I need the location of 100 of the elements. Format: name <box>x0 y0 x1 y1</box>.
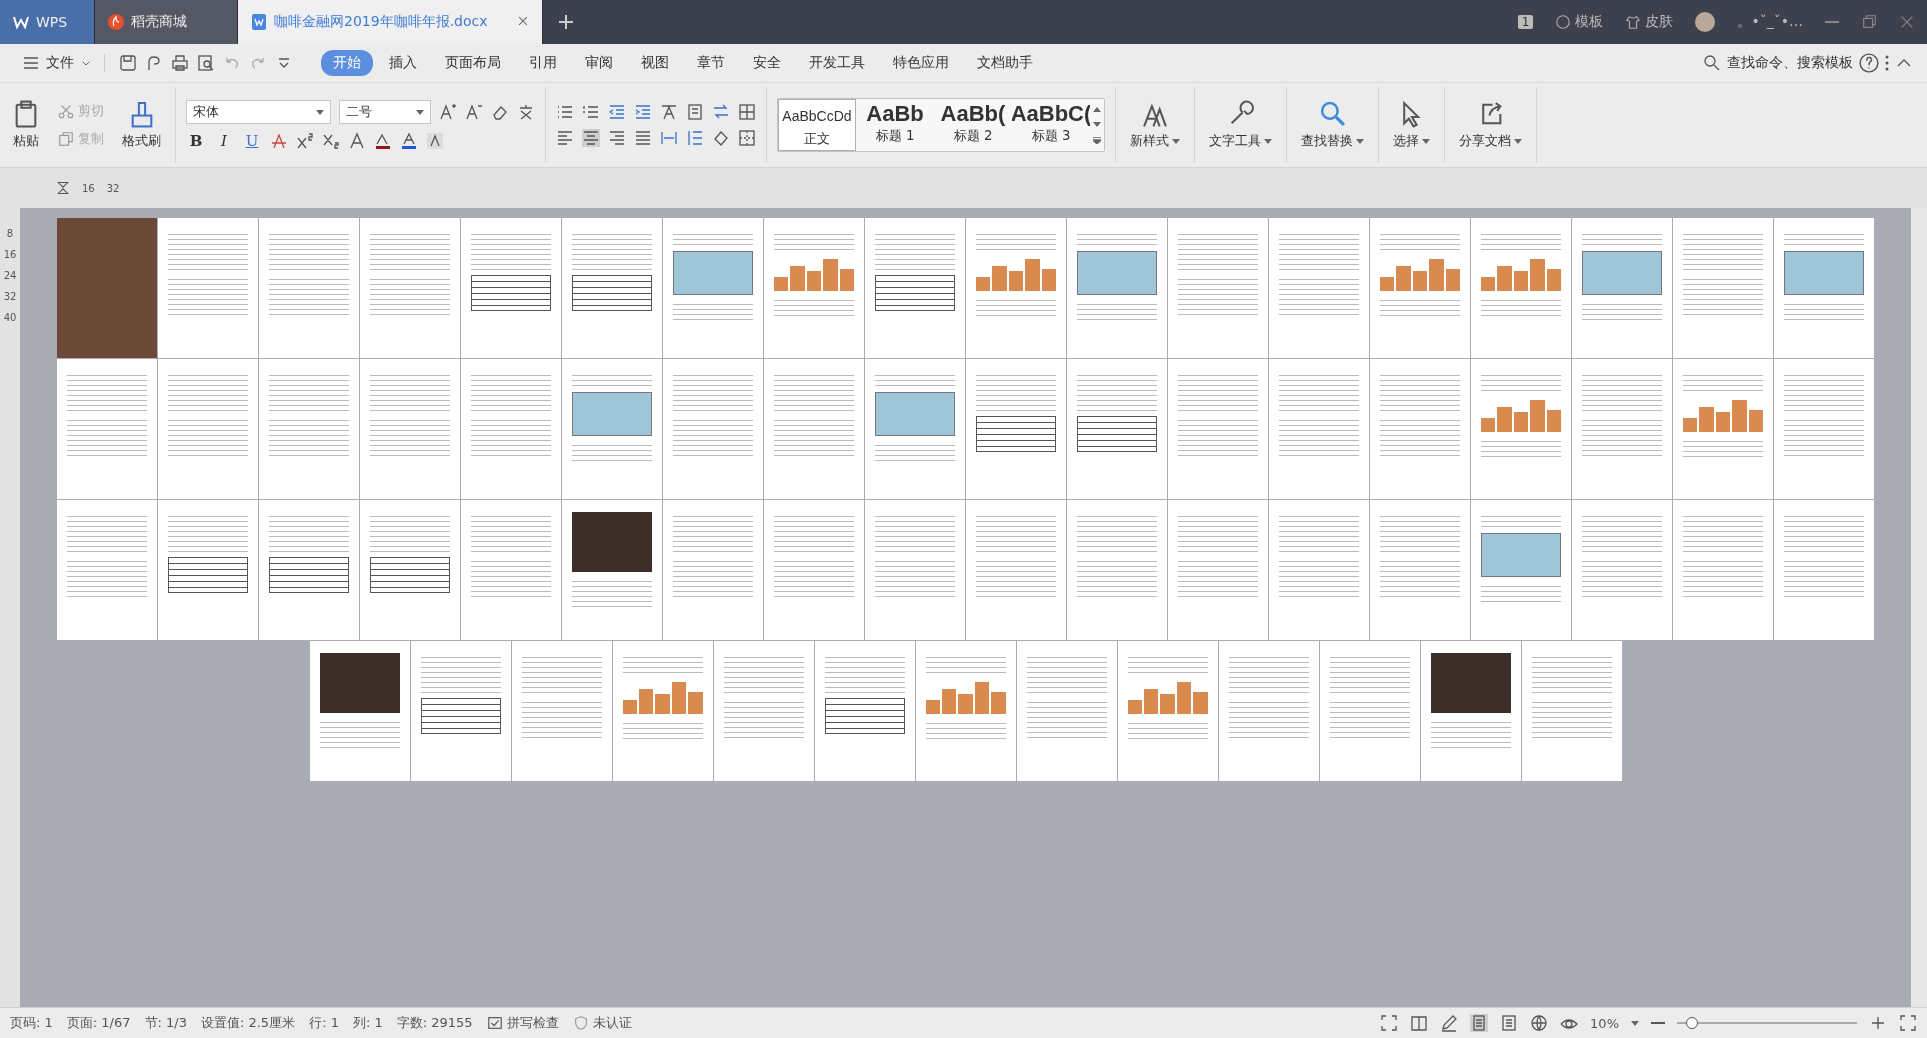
format-button[interactable]: B <box>186 132 206 150</box>
page-thumbnail[interactable] <box>1673 500 1773 640</box>
page-thumbnail[interactable] <box>1370 500 1470 640</box>
page-thumbnail[interactable] <box>562 218 662 358</box>
page-thumbnail[interactable] <box>57 218 157 358</box>
page-thumbnail[interactable] <box>865 359 965 499</box>
app-tab[interactable]: 咖啡金融网2019年咖啡年报.docx <box>238 0 543 44</box>
page-thumbnail[interactable] <box>1471 218 1571 358</box>
ribbon-tab[interactable]: 章节 <box>685 50 737 76</box>
page-thumbnail[interactable] <box>461 359 561 499</box>
page-thumbnail[interactable] <box>360 218 460 358</box>
page-thumbnail[interactable] <box>764 500 864 640</box>
page-thumbnail[interactable] <box>259 359 359 499</box>
page-thumbnail[interactable] <box>511 641 612 781</box>
font-size-field[interactable]: 二号 <box>339 100 431 124</box>
scrollbar[interactable] <box>1911 208 1927 1007</box>
page-thumbnail[interactable] <box>57 500 157 640</box>
page-thumbnail[interactable] <box>865 218 965 358</box>
page-thumbnail[interactable] <box>1521 641 1622 781</box>
page-thumbnail[interactable] <box>1420 641 1521 781</box>
app-tab[interactable]: 稻壳商城 <box>95 0 238 44</box>
app-tab[interactable]: WPS <box>0 0 95 44</box>
page-thumbnail[interactable] <box>1269 218 1369 358</box>
page-thumbnail[interactable] <box>410 641 511 781</box>
avatar[interactable] <box>1695 12 1716 32</box>
page-thumbnail[interactable] <box>461 500 561 640</box>
page-thumbnail[interactable] <box>562 359 662 499</box>
page-thumbnail[interactable] <box>764 218 864 358</box>
ribbon-tab[interactable]: 引用 <box>517 50 569 76</box>
spell-check-button[interactable]: 拼写检查 <box>506 1014 559 1032</box>
page-thumbnail[interactable] <box>1168 359 1268 499</box>
format-painter-button[interactable]: 格式刷 <box>118 98 165 152</box>
tool-button[interactable]: 分享文档 <box>1455 98 1526 152</box>
style-preset[interactable]: AaBb 标题 1 <box>856 99 934 151</box>
tool-button[interactable]: 选择 <box>1389 98 1434 152</box>
page-thumbnail[interactable] <box>57 359 157 499</box>
style-preset[interactable]: AaBbCcDd 正文 <box>778 99 856 151</box>
page-thumbnail[interactable] <box>1067 359 1167 499</box>
tool-button[interactable]: 文字工具 <box>1205 98 1276 152</box>
format-button[interactable]: U <box>242 132 262 150</box>
page-thumbnail[interactable] <box>966 359 1066 499</box>
page-thumbnail[interactable] <box>309 641 410 781</box>
page-thumbnail[interactable] <box>764 359 864 499</box>
page-thumbnail[interactable] <box>1471 359 1571 499</box>
title-action[interactable]: 皮肤 <box>1645 13 1674 31</box>
page-thumbnail[interactable] <box>966 500 1066 640</box>
paste-button[interactable]: 粘贴 <box>8 98 44 152</box>
page-thumbnail[interactable] <box>562 500 662 640</box>
ribbon-tab[interactable]: 页面布局 <box>433 50 513 76</box>
page-thumbnail[interactable] <box>915 641 1016 781</box>
ribbon-tab[interactable]: 插入 <box>377 50 429 76</box>
slider-thumb[interactable] <box>1686 1017 1698 1029</box>
page-thumbnail[interactable] <box>259 218 359 358</box>
page-thumbnail[interactable] <box>1572 500 1672 640</box>
page-thumbnail[interactable] <box>1370 359 1470 499</box>
page-thumbnail[interactable] <box>158 218 258 358</box>
page-thumbnail[interactable] <box>158 500 258 640</box>
page-thumbnail[interactable] <box>1269 359 1369 499</box>
page-thumbnail[interactable] <box>1067 500 1167 640</box>
user-name[interactable]: 。•ˇ_ˇ•… <box>1737 13 1803 31</box>
zoom-level[interactable]: 10% <box>1590 1015 1619 1031</box>
tool-button[interactable]: 查找替换 <box>1297 98 1368 152</box>
page-thumbnail[interactable] <box>1370 218 1470 358</box>
page-thumbnail[interactable] <box>814 641 915 781</box>
title-action[interactable]: 模板 <box>1575 13 1604 31</box>
page-thumbnail[interactable] <box>1016 641 1117 781</box>
ribbon-tab[interactable]: 开发工具 <box>797 50 877 76</box>
page-thumbnail[interactable] <box>1471 500 1571 640</box>
page-thumbnail[interactable] <box>663 500 763 640</box>
page-thumbnail[interactable] <box>1572 359 1672 499</box>
window-count-badge[interactable]: 1 <box>1517 15 1534 29</box>
page-thumbnail[interactable] <box>1117 641 1218 781</box>
tool-button[interactable]: 新样式 <box>1126 98 1184 152</box>
format-button[interactable]: I <box>214 132 234 150</box>
page-thumbnail[interactable] <box>158 359 258 499</box>
page-thumbnail[interactable] <box>1774 359 1874 499</box>
font-name-field[interactable]: 宋体 <box>186 100 331 124</box>
style-preset[interactable]: AaBb( 标题 2 <box>934 99 1012 151</box>
ribbon-tab[interactable]: 视图 <box>629 50 681 76</box>
ribbon-tab[interactable]: 审阅 <box>573 50 625 76</box>
page-thumbnail[interactable] <box>1269 500 1369 640</box>
page-thumbnail[interactable] <box>1774 500 1874 640</box>
command-search[interactable]: 查找命令、搜索模板 <box>1727 54 1853 72</box>
page-thumbnail[interactable] <box>663 218 763 358</box>
page-thumbnail[interactable] <box>1319 641 1420 781</box>
page-thumbnail[interactable] <box>713 641 814 781</box>
page-thumbnail[interactable] <box>663 359 763 499</box>
page-thumbnail[interactable] <box>360 500 460 640</box>
certification-status[interactable]: 未认证 <box>592 1014 632 1032</box>
page-thumbnail[interactable] <box>1673 359 1773 499</box>
page-thumbnail[interactable] <box>1572 218 1672 358</box>
page-thumbnail[interactable] <box>360 359 460 499</box>
page-thumbnail[interactable] <box>1067 218 1167 358</box>
page-thumbnail[interactable] <box>1673 218 1773 358</box>
page-thumbnail[interactable] <box>259 500 359 640</box>
file-menu[interactable]: 文件 <box>46 54 74 72</box>
page-thumbnail[interactable] <box>1168 500 1268 640</box>
ribbon-tab[interactable]: 安全 <box>741 50 793 76</box>
page-thumbnail[interactable] <box>966 218 1066 358</box>
page-thumbnail[interactable] <box>612 641 713 781</box>
